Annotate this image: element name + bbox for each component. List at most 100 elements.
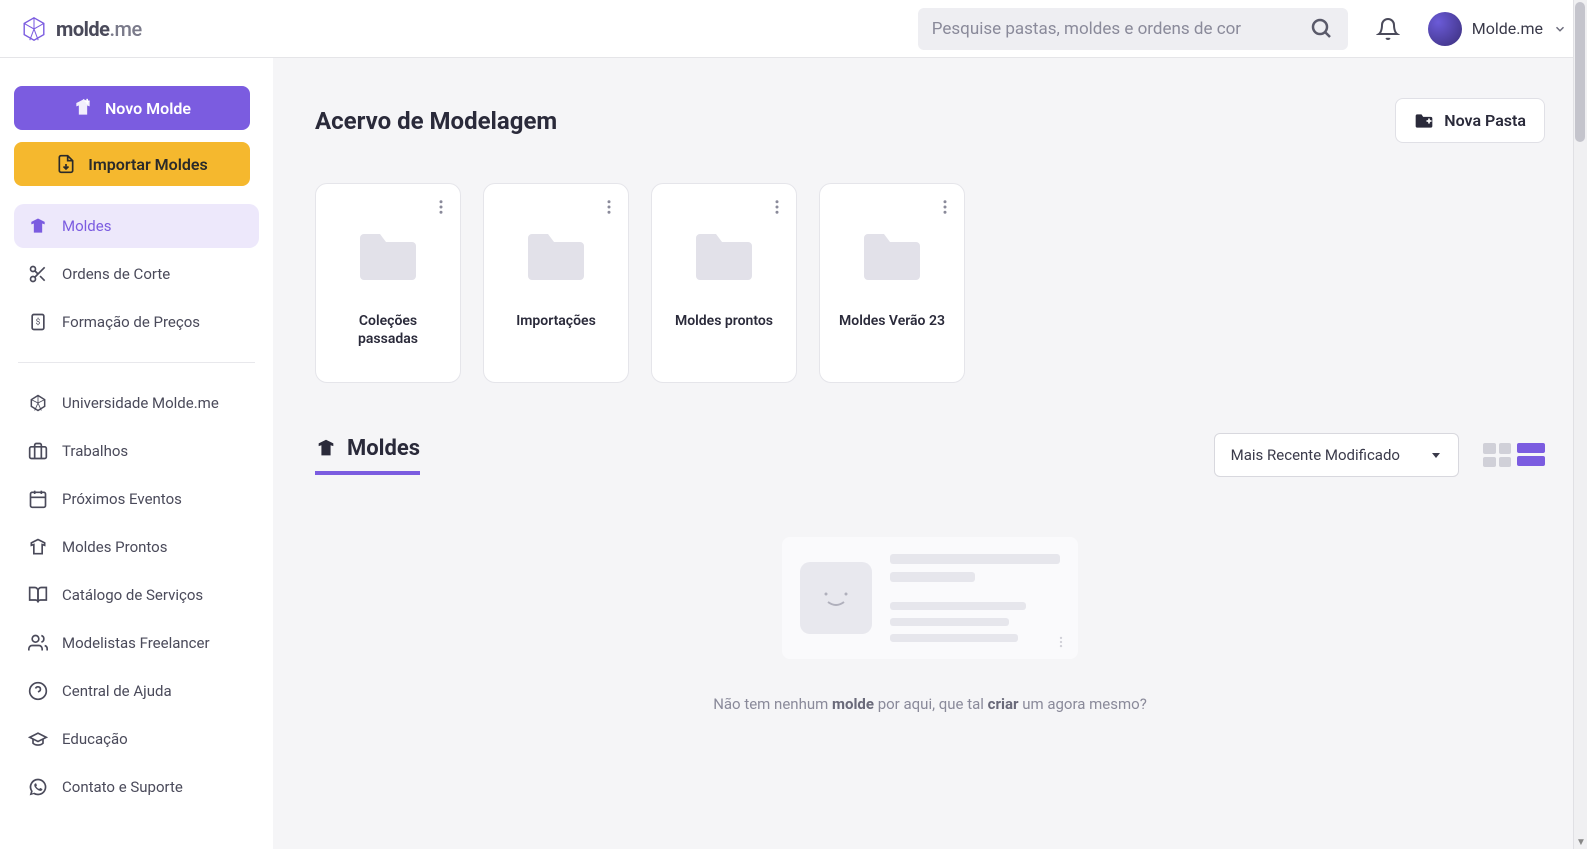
logo-icon <box>20 15 48 43</box>
empty-avatar <box>800 562 872 634</box>
scroll-thumb[interactable] <box>1575 2 1585 142</box>
calendar-icon <box>28 489 48 509</box>
folder-icon <box>356 228 420 284</box>
book-icon <box>28 585 48 605</box>
svg-text:$: $ <box>36 317 41 328</box>
folder-card[interactable]: Moldes prontos <box>651 183 797 383</box>
folder-icon <box>692 228 756 284</box>
shirt-icon <box>28 216 48 236</box>
more-icon <box>1054 635 1068 649</box>
page-header: Acervo de Modelagem Nova Pasta <box>315 98 1545 143</box>
sidebar-item-catalogo-servicos[interactable]: Catálogo de Serviços <box>14 573 259 617</box>
scissors-icon <box>28 264 48 284</box>
search-input[interactable] <box>932 19 1298 39</box>
folder-icon <box>524 228 588 284</box>
nav-label: Catálogo de Serviços <box>62 586 203 604</box>
chevron-down-icon <box>1553 22 1567 36</box>
sidebar-item-contato-suporte[interactable]: Contato e Suporte <box>14 765 259 809</box>
shirt-plus-icon <box>73 98 93 118</box>
sidebar-item-trabalhos[interactable]: Trabalhos <box>14 429 259 473</box>
empty-state: Não tem nenhum molde por aqui, que tal c… <box>315 537 1545 716</box>
button-label: Nova Pasta <box>1444 111 1526 130</box>
folder-icon <box>860 228 924 284</box>
nav-label: Modelistas Freelancer <box>62 634 210 652</box>
folder-name: Moldes Verão 23 <box>839 312 945 330</box>
nav-label: Central de Ajuda <box>62 682 172 700</box>
nav-main: Moldes Ordens de Corte $ Formação de Pre… <box>14 204 259 344</box>
page-title: Acervo de Modelagem <box>315 107 557 135</box>
search-icon[interactable] <box>1310 17 1334 41</box>
nav-label: Contato e Suporte <box>62 778 183 796</box>
logo[interactable]: molde.me <box>20 15 142 43</box>
app-header: molde.me Molde.me <box>0 0 1587 58</box>
sidebar-item-ordens-de-corte[interactable]: Ordens de Corte <box>14 252 259 296</box>
sort-value: Mais Recente Modificado <box>1231 446 1400 464</box>
folder-name: Moldes prontos <box>675 312 773 330</box>
folder-plus-icon <box>1414 112 1434 130</box>
whatsapp-icon <box>28 777 48 797</box>
section-controls: Mais Recente Modificado <box>1214 433 1545 477</box>
scroll-down-icon[interactable]: ▼ <box>1574 835 1587 849</box>
more-icon[interactable] <box>432 198 450 216</box>
nav-label: Universidade Molde.me <box>62 394 219 412</box>
nav-label: Próximos Eventos <box>62 490 182 508</box>
empty-card-illustration <box>782 537 1078 659</box>
sidebar-item-central-ajuda[interactable]: Central de Ajuda <box>14 669 259 713</box>
folder-row: Coleções passadas Importações Moldes pro… <box>315 183 1545 383</box>
tab-moldes[interactable]: Moldes <box>315 436 420 475</box>
import-icon <box>56 154 76 174</box>
user-name: Molde.me <box>1472 19 1543 38</box>
button-label: Novo Molde <box>105 99 191 118</box>
sidebar-item-educacao[interactable]: Educação <box>14 717 259 761</box>
sidebar-item-universidade[interactable]: Universidade Molde.me <box>14 381 259 425</box>
user-menu[interactable]: Molde.me <box>1428 12 1567 46</box>
hexagon-icon <box>28 393 48 413</box>
sort-select[interactable]: Mais Recente Modificado <box>1214 433 1459 477</box>
new-folder-button[interactable]: Nova Pasta <box>1395 98 1545 143</box>
nav-label: Trabalhos <box>62 442 128 460</box>
folder-name: Importações <box>516 312 596 330</box>
shirt-icon <box>315 437 337 459</box>
dropdown-icon <box>1430 449 1442 461</box>
folder-card[interactable]: Moldes Verão 23 <box>819 183 965 383</box>
more-icon[interactable] <box>768 198 786 216</box>
logo-text: molde.me <box>56 17 142 41</box>
users-icon <box>28 633 48 653</box>
nav-label: Ordens de Corte <box>62 265 170 283</box>
price-tag-icon: $ <box>28 312 48 332</box>
nav-label: Educação <box>62 730 128 748</box>
avatar <box>1428 12 1462 46</box>
sidebar-item-formacao-de-precos[interactable]: $ Formação de Preços <box>14 300 259 344</box>
folder-name: Coleções passadas <box>328 312 448 348</box>
folder-card[interactable]: Coleções passadas <box>315 183 461 383</box>
help-icon <box>28 681 48 701</box>
shirt-outline-icon <box>28 537 48 557</box>
button-label: Importar Moldes <box>88 155 207 174</box>
tab-label: Moldes <box>347 436 420 461</box>
import-molds-button[interactable]: Importar Moldes <box>14 142 250 186</box>
grad-cap-icon <box>28 729 48 749</box>
scrollbar[interactable]: ▲ ▼ <box>1573 0 1587 849</box>
sidebar-item-moldes[interactable]: Moldes <box>14 204 259 248</box>
section-header: Moldes Mais Recente Modificado <box>315 433 1545 477</box>
briefcase-icon <box>28 441 48 461</box>
sidebar-item-modelistas-freelancer[interactable]: Modelistas Freelancer <box>14 621 259 665</box>
nav-label: Moldes Prontos <box>62 538 167 556</box>
sidebar: Novo Molde Importar Moldes Moldes Ordens… <box>0 58 273 849</box>
sidebar-item-proximos-eventos[interactable]: Próximos Eventos <box>14 477 259 521</box>
view-toggle <box>1483 443 1545 467</box>
nav-divider <box>18 362 255 363</box>
more-icon[interactable] <box>936 198 954 216</box>
list-view-button[interactable] <box>1517 443 1545 467</box>
notification-icon[interactable] <box>1376 17 1400 41</box>
new-mold-button[interactable]: Novo Molde <box>14 86 250 130</box>
main-content: Acervo de Modelagem Nova Pasta Coleções … <box>273 58 1587 849</box>
empty-text: Não tem nenhum molde por aqui, que tal c… <box>713 693 1147 716</box>
grid-view-button[interactable] <box>1483 443 1511 467</box>
folder-card[interactable]: Importações <box>483 183 629 383</box>
nav-label: Moldes <box>62 217 111 235</box>
nav-secondary: Universidade Molde.me Trabalhos Próximos… <box>14 381 259 809</box>
search-box[interactable] <box>918 8 1348 50</box>
more-icon[interactable] <box>600 198 618 216</box>
sidebar-item-moldes-prontos[interactable]: Moldes Prontos <box>14 525 259 569</box>
